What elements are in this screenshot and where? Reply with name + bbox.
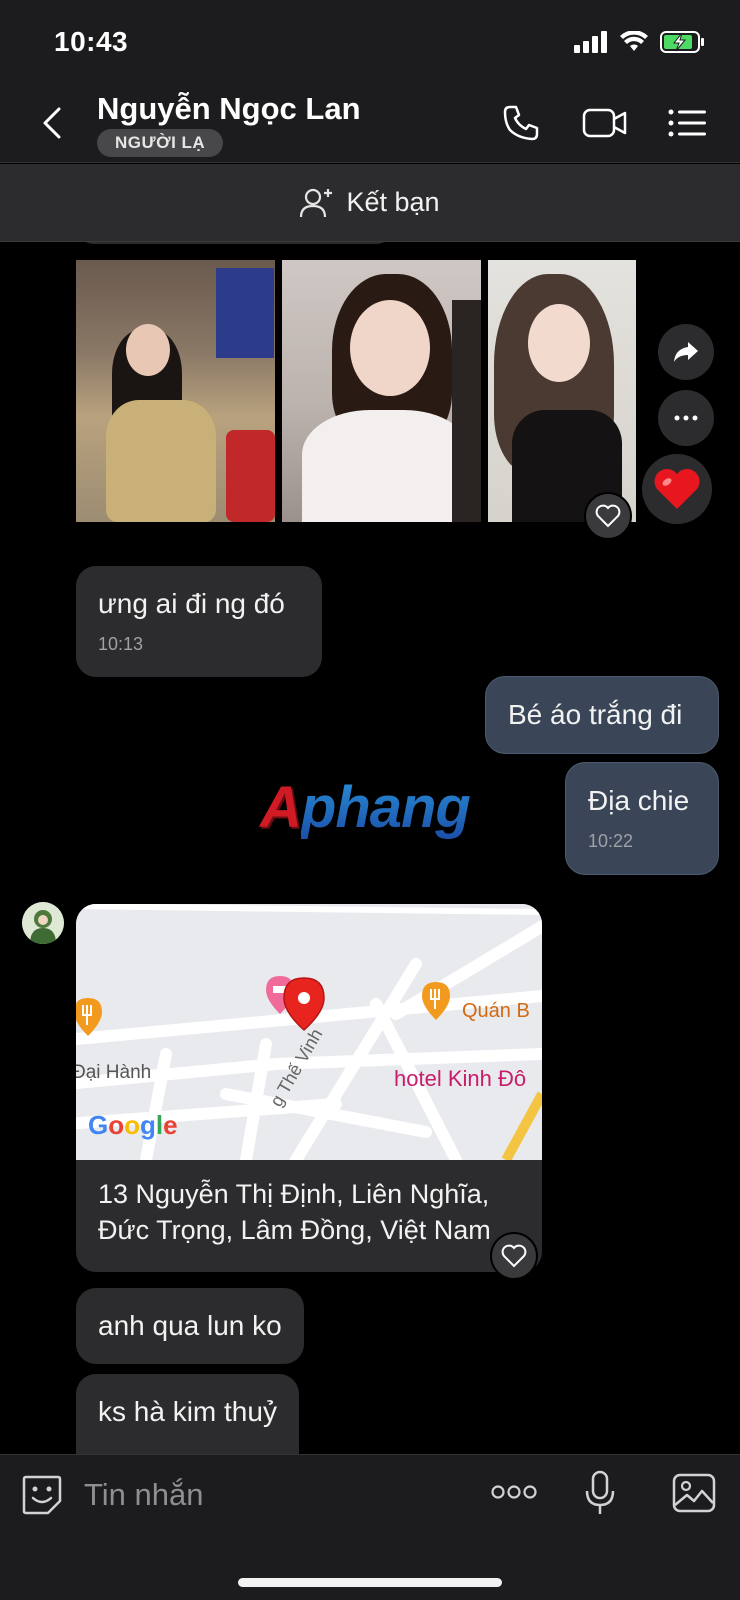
photo-2[interactable] [282,260,481,522]
share-arrow-icon [674,342,698,362]
add-friend-bar[interactable]: Kết bạn [0,164,740,242]
heart-reaction-button[interactable] [642,454,712,524]
chat-menu-button[interactable] [664,103,710,143]
microphone-icon [585,1470,615,1514]
heart-filled-icon [654,469,700,509]
message-input[interactable]: Tin nhắn [84,1477,204,1513]
stranger-badge: NGƯỜI LẠ [97,129,224,157]
message-text: ks hà kim thuỷ [98,1396,277,1427]
map-label-restaurant: Quán B [462,1000,530,1022]
google-logo: Google [88,1110,178,1140]
status-icons [574,30,706,54]
photo-3[interactable] [488,260,636,522]
message-text: anh qua lun ko [98,1310,282,1341]
signal-icon [574,31,607,53]
message-bubble-in[interactable]: ks hà kim thuỷ [76,1374,299,1454]
watermark-logo: Aphang [260,775,471,840]
message-bubble-out[interactable]: Bé áo trắng đi [485,676,719,754]
home-indicator [238,1578,502,1587]
sticker-button[interactable] [20,1473,66,1519]
add-friend-icon [300,188,333,217]
sticker-icon [22,1475,62,1515]
map-label-street: Đại Hành [76,1062,152,1083]
photo-picker-button[interactable] [672,1473,716,1518]
photo-1[interactable] [76,260,275,522]
message-bubble-out[interactable]: Địa chie 10:22 [565,762,719,875]
message-text: Bé áo trắng đi [508,699,683,730]
menu-list-icon [668,109,706,137]
message-text: Địa chie [588,785,690,816]
message-time: 10:13 [98,634,144,654]
heart-outline-icon [595,504,621,528]
video-call-button[interactable] [580,103,630,143]
back-icon [43,107,61,139]
phone-icon [503,105,539,141]
back-button[interactable] [32,103,72,143]
react-location-button[interactable] [490,1232,538,1280]
battery-charging-icon [660,31,704,53]
message-text: ưng ai đi ng đó [98,588,285,619]
status-time: 10:43 [54,26,129,57]
heart-outline-icon [501,1244,527,1268]
react-photo-button[interactable] [584,492,632,540]
wifi-icon [620,31,648,51]
partial-message-bubble [76,242,394,244]
more-dots-icon [674,415,698,421]
message-list[interactable]: ưng ai đi ng đó 10:13 Bé áo trắng đi Địa… [0,242,740,1454]
map-preview[interactable]: Quán B hotel Kinh Đô Đại Hành g Thế Vinh… [76,904,542,1160]
contact-name[interactable]: Nguyễn Ngọc Lan [97,91,361,127]
sender-avatar[interactable] [22,902,64,944]
call-button[interactable] [498,103,544,143]
map-label-hotel: hotel Kinh Đô [394,1066,527,1091]
location-address: 13 Nguyễn Thị Định, Liên Nghĩa, Đức Trọn… [98,1179,491,1245]
more-actions-button[interactable] [490,1483,538,1506]
more-dots-icon [491,1485,537,1499]
more-options-button[interactable] [658,390,714,446]
video-call-icon [582,108,627,138]
status-bar: 10:43 [0,0,740,85]
location-card[interactable]: Quán B hotel Kinh Đô Đại Hành g Thế Vinh… [76,904,542,1272]
message-bubble-in[interactable]: anh qua lun ko [76,1288,304,1364]
image-icon [672,1473,716,1513]
chat-header: Nguyễn Ngọc Lan NGƯỜI LẠ [0,85,740,163]
message-time: 10:22 [588,831,634,851]
message-bubble-in[interactable]: ưng ai đi ng đó 10:13 [76,566,322,677]
voice-message-button[interactable] [584,1469,616,1522]
add-friend-label: Kết bạn [346,187,440,217]
share-button[interactable] [658,324,714,380]
